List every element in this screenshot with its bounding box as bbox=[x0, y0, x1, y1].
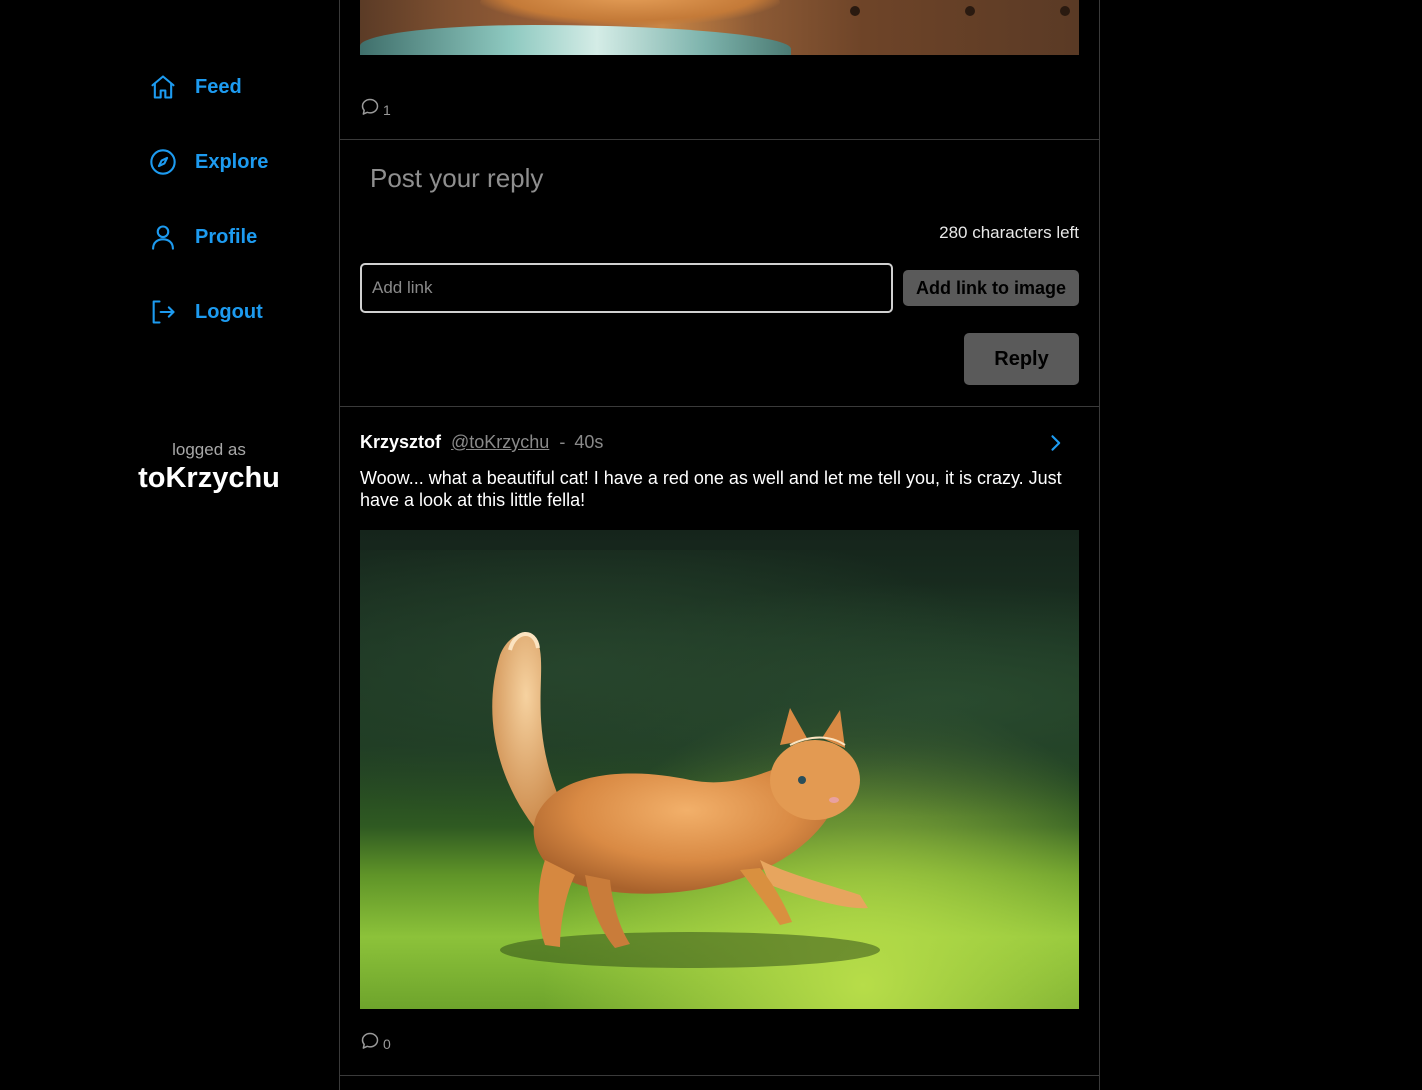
author-handle[interactable]: @toKrzychu bbox=[451, 432, 549, 453]
comment-button[interactable]: 0 bbox=[360, 1031, 391, 1051]
main-column: 1 280 characters left Add link to image … bbox=[339, 0, 1100, 1090]
app: Feed Explore Profile Logout logged as to… bbox=[0, 0, 1422, 1090]
comment-icon bbox=[361, 1032, 379, 1049]
bolt-shape bbox=[1060, 6, 1070, 16]
add-link-to-image-button[interactable]: Add link to image bbox=[903, 270, 1079, 306]
comment-button[interactable]: 1 bbox=[360, 97, 391, 117]
nav-label-logout: Logout bbox=[195, 300, 263, 323]
kitten-illustration bbox=[492, 632, 880, 968]
user-icon bbox=[148, 222, 178, 252]
comment-count: 0 bbox=[383, 1036, 391, 1052]
compass-icon bbox=[148, 147, 178, 177]
logged-user-info: logged as toKrzychu bbox=[80, 440, 338, 495]
nav-label-feed: Feed bbox=[195, 75, 242, 98]
bolt-shape bbox=[965, 6, 975, 16]
nav-item-logout[interactable]: Logout bbox=[148, 295, 268, 329]
comment-count: 1 bbox=[383, 102, 391, 118]
logout-icon bbox=[148, 297, 178, 327]
post-image[interactable] bbox=[360, 530, 1079, 1009]
author-name[interactable]: Krzysztof bbox=[360, 432, 441, 453]
nav-label-explore: Explore bbox=[195, 150, 269, 173]
sidebar-nav: Feed Explore Profile Logout bbox=[148, 70, 268, 370]
original-post: 1 bbox=[340, 0, 1099, 140]
chevron-right-icon[interactable] bbox=[1045, 433, 1065, 453]
logged-as-label: logged as bbox=[172, 440, 246, 459]
reply-input[interactable] bbox=[360, 158, 1079, 198]
post-text: Woow... what a beautiful cat! I have a r… bbox=[360, 468, 1062, 510]
post-header: Krzysztof @toKrzychu - 40s bbox=[360, 432, 603, 453]
reply-button[interactable]: Reply bbox=[964, 333, 1079, 385]
sidebar: Feed Explore Profile Logout logged as to… bbox=[0, 0, 340, 1090]
nav-item-feed[interactable]: Feed bbox=[148, 70, 268, 104]
characters-left: 280 characters left bbox=[939, 223, 1079, 242]
nav-item-explore[interactable]: Explore bbox=[148, 145, 268, 179]
nav-item-profile[interactable]: Profile bbox=[148, 220, 268, 254]
nav-label-profile: Profile bbox=[195, 225, 258, 248]
post-time: 40s bbox=[574, 432, 604, 452]
header-separator: - bbox=[559, 432, 566, 452]
bolt-shape bbox=[850, 6, 860, 16]
reply-post: Krzysztof @toKrzychu - 40s Woow... what … bbox=[340, 407, 1099, 1076]
add-link-input[interactable] bbox=[360, 263, 893, 313]
reply-composer: 280 characters left Add link to image Re… bbox=[340, 140, 1099, 407]
home-icon bbox=[148, 72, 178, 102]
blanket-shape bbox=[360, 25, 792, 55]
logged-username: toKrzychu bbox=[138, 462, 280, 494]
comment-icon bbox=[361, 98, 379, 115]
cat-fur-shape bbox=[480, 0, 780, 25]
post-image[interactable] bbox=[360, 0, 1079, 55]
